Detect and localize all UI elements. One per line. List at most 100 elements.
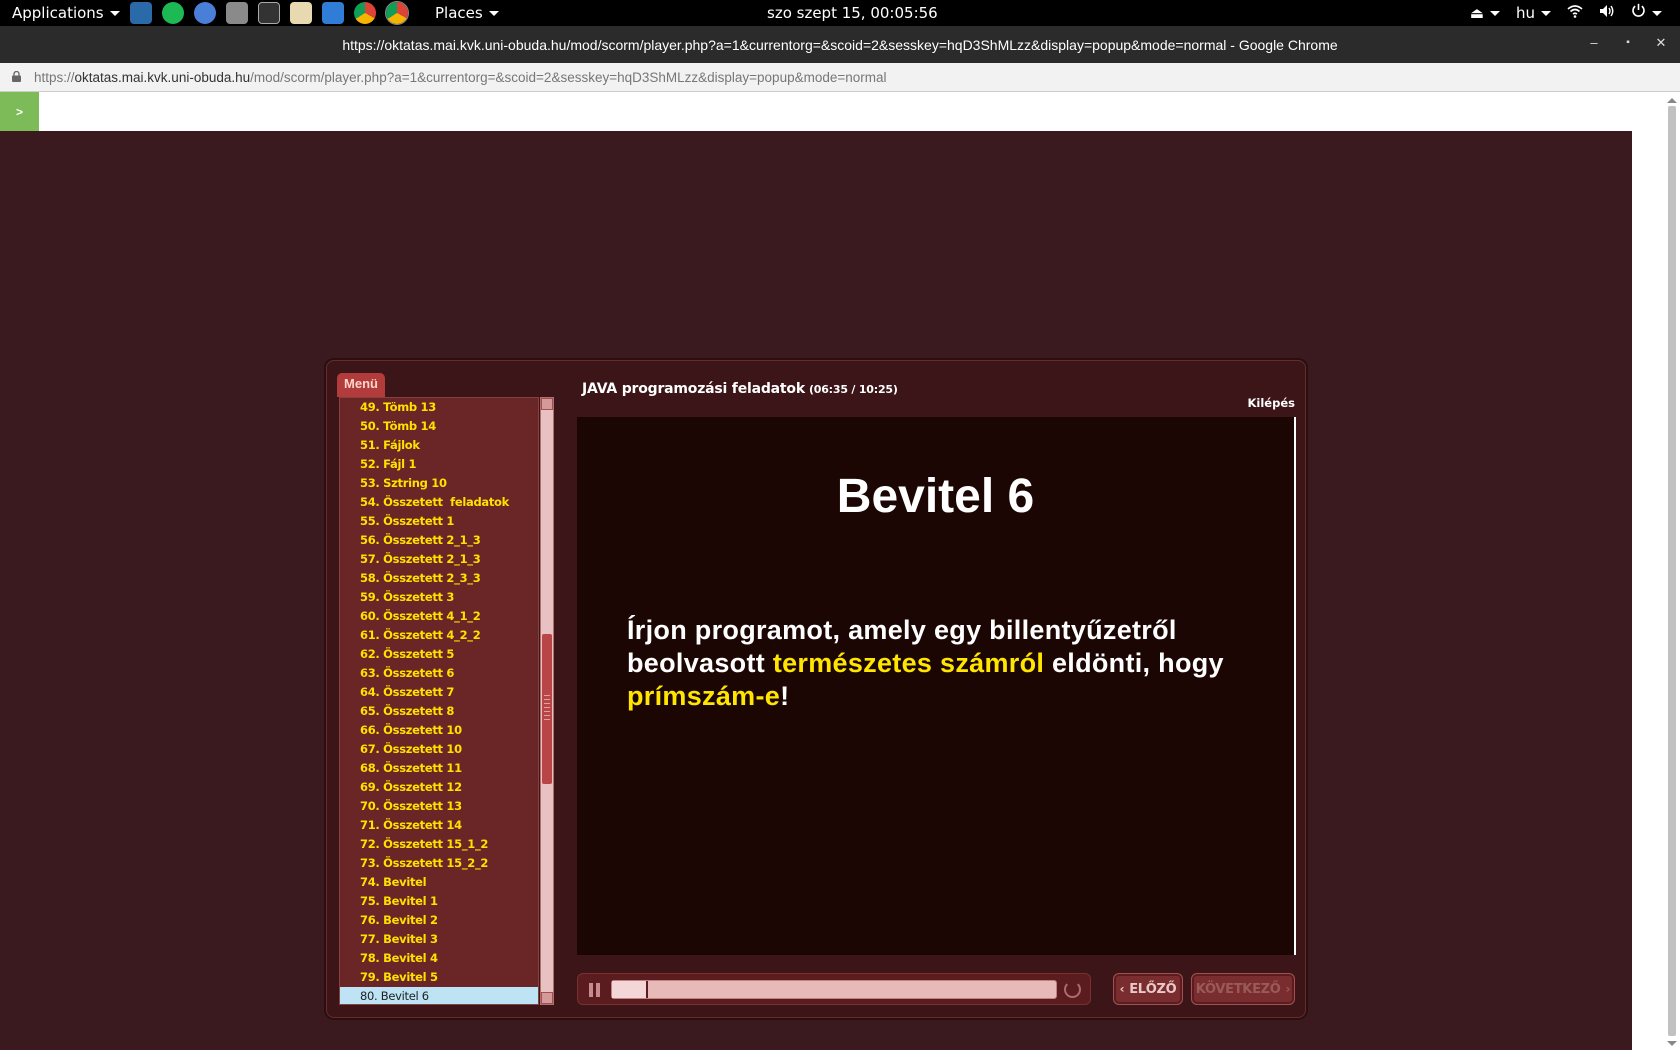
scroll-up-arrow-icon[interactable] <box>1667 98 1677 103</box>
menu-item[interactable]: 57. Összetett 2_1_3 <box>340 550 538 569</box>
menu-item[interactable]: 63. Összetett 6 <box>340 664 538 683</box>
replay-icon[interactable] <box>1064 981 1081 998</box>
menu-item[interactable]: 58. Összetett 2_3_3 <box>340 569 538 588</box>
minimize-button[interactable]: – <box>1586 35 1602 51</box>
address-bar[interactable]: https://oktatas.mai.kvk.uni-obuda.hu/mod… <box>0 63 1680 92</box>
menu-item[interactable]: 54. Összetett feladatok <box>340 493 538 512</box>
slide-highlight: prímszám-e <box>627 681 781 711</box>
menu-item[interactable]: 72. Összetett 15_1_2 <box>340 835 538 854</box>
url-scheme: https:// <box>34 70 75 85</box>
chevron-down-icon <box>1489 10 1500 16</box>
menu-item[interactable]: 76. Bevitel 2 <box>340 911 538 930</box>
menu-item[interactable]: 70. Összetett 13 <box>340 797 538 816</box>
launcher-bar <box>130 1 409 25</box>
close-button[interactable]: ✕ <box>1653 35 1669 51</box>
chrome-icon[interactable] <box>354 2 376 24</box>
browser-title-bar: https://oktatas.mai.kvk.uni-obuda.hu/mod… <box>0 26 1680 63</box>
eject-icon[interactable]: ⏏ <box>1470 4 1500 22</box>
screenshot-icon[interactable] <box>226 2 248 24</box>
playback-controls <box>577 973 1091 1005</box>
menu-scrollbar[interactable] <box>540 397 554 1005</box>
chevron-down-icon <box>109 11 120 16</box>
chrome-active-icon[interactable] <box>385 1 409 25</box>
progress-bar[interactable] <box>611 980 1057 999</box>
chromium-icon[interactable] <box>194 2 216 24</box>
exit-button[interactable]: Kilépés <box>1248 396 1295 410</box>
next-label: KÖVETKEZŐ <box>1195 981 1281 997</box>
page-content: > Menü 49. Tömb 13 50. Tömb 14 51. Fájlok 5… <box>0 92 1632 1050</box>
menu-item[interactable]: 66. Összetett 10 <box>340 721 538 740</box>
menu-item[interactable]: 61. Összetett 4_2_2 <box>340 626 538 645</box>
menu-item[interactable]: 52. Fájl 1 <box>340 455 538 474</box>
page-scrollbar[interactable] <box>1632 92 1680 1050</box>
menu-item[interactable]: 55. Összetett 1 <box>340 512 538 531</box>
menu-item[interactable]: 50. Tömb 14 <box>340 417 538 436</box>
spotify-icon[interactable] <box>162 2 184 24</box>
power-icon[interactable] <box>1631 3 1662 22</box>
window-title: https://oktatas.mai.kvk.uni-obuda.hu/mod… <box>342 37 1338 53</box>
keyboard-layout[interactable]: hu <box>1516 4 1551 22</box>
terminal-icon[interactable] <box>258 2 280 24</box>
slide-area: Bevitel 6 Írjon programot, amely egy bil… <box>577 417 1296 955</box>
previous-button[interactable]: ‹ ELŐZŐ <box>1113 973 1183 1005</box>
places-menu[interactable]: Places <box>435 4 499 22</box>
next-button[interactable]: KÖVETKEZŐ › <box>1191 973 1295 1005</box>
clock[interactable]: szo szept 15, 00:05:56 <box>767 4 938 22</box>
menu-item[interactable]: 60. Összetett 4_1_2 <box>340 607 538 626</box>
page-scroll-thumb[interactable] <box>1668 106 1676 1036</box>
menu-item[interactable]: 51. Fájlok <box>340 436 538 455</box>
course-title: JAVA programozási feladatok (06:35 / 10:2… <box>582 381 898 397</box>
applications-label: Applications <box>12 4 104 22</box>
scroll-up-button[interactable] <box>541 398 553 410</box>
progress-fill <box>612 981 648 998</box>
scroll-down-arrow-icon[interactable] <box>1667 1041 1677 1046</box>
menu-item[interactable]: 64. Összetett 7 <box>340 683 538 702</box>
lock-icon <box>12 71 21 82</box>
menu-item[interactable]: 62. Összetett 5 <box>340 645 538 664</box>
scroll-down-button[interactable] <box>541 992 553 1004</box>
slide-highlight: természetes számról <box>772 648 1045 678</box>
applications-menu[interactable]: Applications <box>12 4 120 22</box>
menu-item[interactable]: 78. Bevitel 4 <box>340 949 538 968</box>
system-monitor-icon[interactable] <box>322 2 344 24</box>
chevron-down-icon <box>1541 10 1551 16</box>
scorm-player: Menü 49. Tömb 13 50. Tömb 14 51. Fájlok 52.… <box>326 360 1306 1018</box>
keyboard-layout-label: hu <box>1515 3 1535 22</box>
volume-icon[interactable] <box>1599 4 1615 22</box>
menu-item[interactable]: 74. Bevitel <box>340 873 538 892</box>
wifi-icon[interactable] <box>1567 4 1583 22</box>
url-text[interactable]: https://oktatas.mai.kvk.uni-obuda.hu/mod… <box>34 70 887 85</box>
menu-item[interactable]: 65. Összetett 8 <box>340 702 538 721</box>
menu-item[interactable]: 67. Összetett 10 <box>340 740 538 759</box>
url-host: oktatas.mai.kvk.uni-obuda.hu <box>74 70 251 85</box>
menu-tab[interactable]: Menü <box>337 373 385 397</box>
menu-item[interactable]: 56. Összetett 2_1_3 <box>340 531 538 550</box>
menu-item[interactable]: 79. Bevitel 5 <box>340 968 538 987</box>
pause-icon[interactable] <box>588 983 601 997</box>
text-editor-icon[interactable] <box>290 2 312 24</box>
menu-list: 49. Tömb 13 50. Tömb 14 51. Fájlok 52. Fájl… <box>339 397 539 1005</box>
places-label: Places <box>435 4 483 22</box>
slide-body: Írjon programot, amely egy billentyűzetr… <box>627 614 1267 713</box>
menu-item[interactable]: 75. Bevitel 1 <box>340 892 538 911</box>
previous-label: ELŐZŐ <box>1129 981 1177 997</box>
menu-item[interactable]: 77. Bevitel 3 <box>340 930 538 949</box>
chevron-down-icon <box>1652 11 1662 16</box>
menu-item[interactable]: 73. Összetett 15_2_2 <box>340 854 538 873</box>
chevron-left-icon: ‹ <box>1119 982 1125 996</box>
menu-item[interactable]: 80. Bevitel 6 <box>340 987 538 1004</box>
menu-item[interactable]: 68. Összetett 11 <box>340 759 538 778</box>
chevron-down-icon <box>488 11 499 16</box>
slide-text: eldönti, hogy <box>1044 648 1224 678</box>
maximize-button[interactable]: ▪ <box>1620 35 1636 51</box>
menu-item[interactable]: 49. Tömb 13 <box>340 398 538 417</box>
desktop-icon[interactable] <box>130 2 152 24</box>
top-strip <box>0 92 1632 131</box>
menu-item[interactable]: 69. Összetett 12 <box>340 778 538 797</box>
slide-text: ! <box>780 681 790 711</box>
menu-item[interactable]: 59. Összetett 3 <box>340 588 538 607</box>
menu-item[interactable]: 53. Sztring 10 <box>340 474 538 493</box>
toc-toggle-button[interactable]: > <box>0 92 39 131</box>
url-path: /mod/scorm/player.php?a=1&currentorg=&sc… <box>250 70 887 85</box>
menu-item[interactable]: 71. Összetett 14 <box>340 816 538 835</box>
